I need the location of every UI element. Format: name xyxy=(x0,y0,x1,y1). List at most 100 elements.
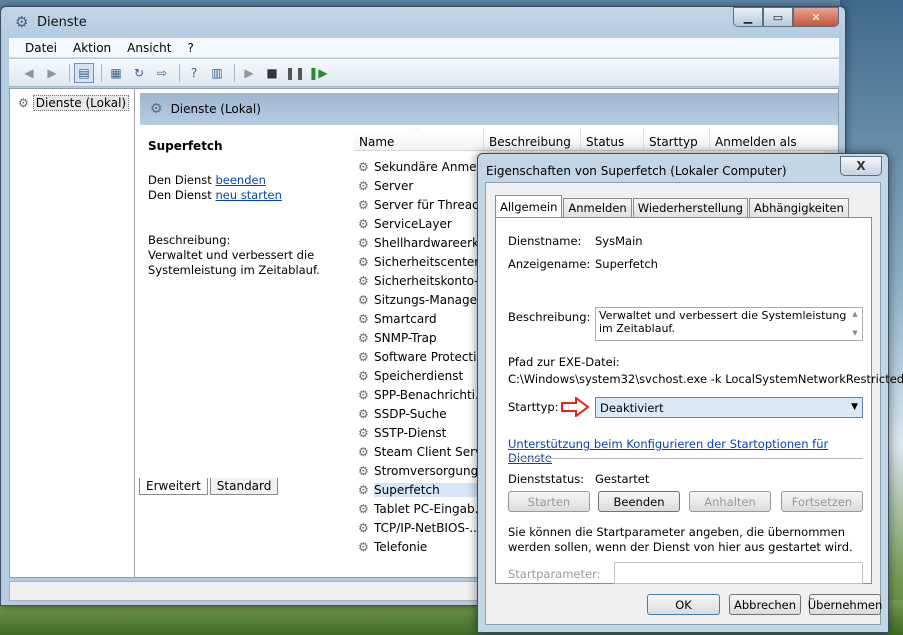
cancel-button[interactable]: Abbrechen xyxy=(729,594,801,615)
red-arrow-icon xyxy=(561,397,590,417)
gear-icon: ⚙ xyxy=(358,273,369,288)
startparam-note: Sie können die Startparameter angeben, d… xyxy=(508,525,853,554)
properties-dialog: Eigenschaften von Superfetch (Lokaler Co… xyxy=(477,153,903,633)
window-title: Dienste xyxy=(37,15,87,30)
pause-button[interactable]: Anhalten xyxy=(689,491,771,512)
stop-service-link[interactable]: beenden xyxy=(215,173,265,187)
resume-button[interactable]: Fortsetzen xyxy=(781,491,863,512)
dialog-body: Allgemein Anmelden Wiederherstellung Abh… xyxy=(485,182,903,625)
service-name-cell: Software Protection xyxy=(374,349,480,364)
gear-icon: ⚙ xyxy=(18,96,29,110)
pause-icon[interactable]: ❚❚ xyxy=(285,63,305,83)
service-name-cell: Sicherheitscenter xyxy=(374,254,480,269)
gear-icon: ⚙ xyxy=(358,216,369,231)
scroll-down-icon[interactable]: ▼ xyxy=(852,327,857,340)
service-name-cell: Server für Threads... xyxy=(374,197,480,212)
toolbar-separator xyxy=(234,63,235,82)
toolbar-separator xyxy=(179,63,180,82)
detail-service-name: Superfetch xyxy=(148,139,223,153)
service-name-cell: Stromversorgung xyxy=(374,463,479,478)
description-scrollbar[interactable]: ▲ ▼ xyxy=(848,308,862,340)
service-name-cell: Steam Client Servi... xyxy=(374,444,480,459)
status-value: Gestartet xyxy=(595,472,650,486)
properties-icon[interactable]: ▦ xyxy=(106,63,126,83)
title-bar[interactable]: ⚙ Dienste xyxy=(1,7,845,37)
menu-datei[interactable]: Datei xyxy=(9,41,65,55)
toolbar: ◀ ▶ ▤ ▦ ↻ ⇨ ? ▥ ▶ ■ ❚❚ ❚▶ xyxy=(9,59,839,87)
tab-wiederherstellung[interactable]: Wiederherstellung xyxy=(632,198,748,217)
stop-button[interactable]: Beenden xyxy=(598,491,680,512)
column-status[interactable]: Status xyxy=(581,129,644,151)
service-name-cell: Server xyxy=(374,178,414,193)
detail-desc-text: Verwaltet und verbessert die Systemleist… xyxy=(148,248,320,277)
service-name-cell: SPP-Benachrichti... xyxy=(374,387,480,402)
gear-icon: ⚙ xyxy=(358,292,369,307)
help-icon[interactable]: ? xyxy=(184,63,204,83)
menu-help[interactable]: ? xyxy=(179,41,201,55)
show-hide-tree-icon[interactable]: ▤ xyxy=(74,62,94,83)
startparam-label: Startparameter: xyxy=(508,567,601,581)
dialog-close-button[interactable]: X xyxy=(840,156,882,176)
configure-startup-help-link[interactable]: Unterstützung beim Konfigurieren der Sta… xyxy=(508,437,871,465)
gear-icon: ⚙ xyxy=(358,311,369,326)
gear-icon: ⚙ xyxy=(358,368,369,383)
service-name-cell: Sekundäre Anmel... xyxy=(374,159,480,174)
tab-anmelden[interactable]: Anmelden xyxy=(563,198,632,217)
start-button[interactable]: Starten xyxy=(508,491,590,512)
service-name-cell: Smartcard xyxy=(374,311,437,326)
gear-icon: ⚙ xyxy=(358,159,369,174)
maximize-button[interactable]: ▭ xyxy=(763,7,793,27)
description-box[interactable]: Verwaltet und verbessert die Systemleist… xyxy=(595,307,863,341)
service-name-cell: Tablet PC-Eingab... xyxy=(374,501,480,516)
tree-item-services-local[interactable]: ⚙ Dienste (Lokal) xyxy=(18,95,130,111)
gear-icon: ⚙ xyxy=(150,101,163,117)
gear-icon: ⚙ xyxy=(358,520,369,535)
service-name-label: Dienstname: xyxy=(508,234,582,248)
gear-icon: ⚙ xyxy=(358,444,369,459)
export-list-icon[interactable]: ⇨ xyxy=(152,63,172,83)
stop-icon[interactable]: ■ xyxy=(262,63,282,83)
column-name[interactable]: Name ^ xyxy=(354,129,484,151)
back-icon[interactable]: ◀ xyxy=(19,63,39,83)
toolbar-separator xyxy=(69,63,70,82)
column-description[interactable]: Beschreibung xyxy=(484,129,581,151)
close-button[interactable]: ✕ xyxy=(793,7,839,27)
refresh-icon[interactable]: ↻ xyxy=(129,63,149,83)
service-name-cell: SSDP-Suche xyxy=(374,406,447,421)
caption-buttons: ▁ ▭ ✕ xyxy=(733,7,839,27)
menu-ansicht[interactable]: Ansicht xyxy=(119,41,179,55)
minimize-button[interactable]: ▁ xyxy=(733,7,763,27)
view-icon[interactable]: ▥ xyxy=(207,63,227,83)
menu-bar: Datei Aktion Ansicht ? xyxy=(9,38,839,58)
restart-service-link[interactable]: neu starten xyxy=(215,188,281,202)
service-name-cell: SNMP-Trap xyxy=(374,330,437,345)
exe-path: C:\Windows\system32\svchost.exe -k Local… xyxy=(508,372,903,386)
column-logon[interactable]: Anmelden als xyxy=(710,129,824,151)
forward-icon[interactable]: ▶ xyxy=(42,63,62,83)
gear-icon: ⚙ xyxy=(358,178,369,193)
tab-abhaengigkeiten[interactable]: Abhängigkeiten xyxy=(748,198,849,217)
gear-icon: ⚙ xyxy=(358,330,369,345)
status-label: Dienststatus: xyxy=(508,472,585,486)
tab-erweitert[interactable]: Erweitert xyxy=(139,478,208,495)
tab-standard[interactable]: Standard xyxy=(209,478,279,495)
service-name-cell: Shellhardwareerke... xyxy=(374,235,480,250)
gear-icon: ⚙ xyxy=(358,463,369,478)
menu-aktion[interactable]: Aktion xyxy=(65,41,119,55)
ok-button[interactable]: OK xyxy=(647,594,720,615)
pane-header: ⚙ Dienste (Lokal) xyxy=(140,93,838,125)
scroll-up-icon[interactable]: ▲ xyxy=(852,308,857,321)
gear-icon: ⚙ xyxy=(358,425,369,440)
column-starttype[interactable]: Starttyp xyxy=(644,129,710,151)
gear-icon: ⚙ xyxy=(15,13,29,31)
apply-button[interactable]: Übernehmen xyxy=(808,594,882,615)
restart-icon[interactable]: ❚▶ xyxy=(308,63,328,83)
tree-item-label: Dienste (Lokal) xyxy=(32,95,130,111)
detail-restart-prefix: Den Dienst xyxy=(148,188,212,202)
starttype-value: Deaktiviert xyxy=(600,401,664,415)
gear-icon: ⚙ xyxy=(358,254,369,269)
play-icon[interactable]: ▶ xyxy=(239,63,259,83)
tab-allgemein[interactable]: Allgemein xyxy=(495,195,563,217)
startparam-input[interactable] xyxy=(614,562,863,584)
starttype-select[interactable]: Deaktiviert ▼ xyxy=(595,397,863,418)
